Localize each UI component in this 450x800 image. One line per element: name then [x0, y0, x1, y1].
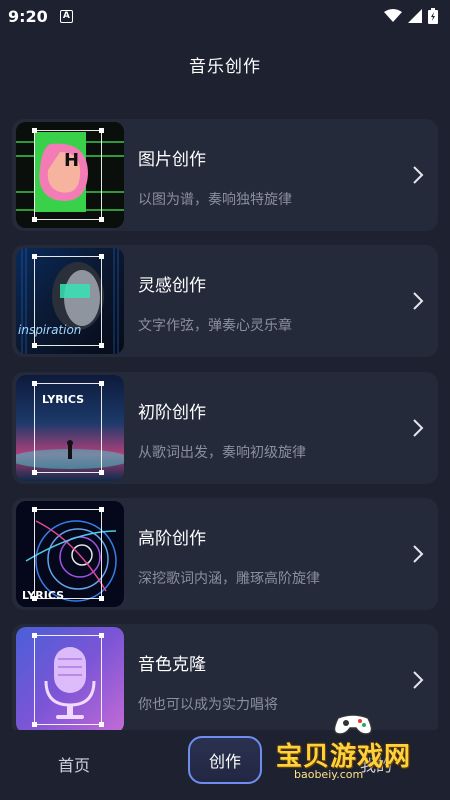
- chevron-right-icon: [413, 419, 424, 437]
- battery-icon: [428, 8, 438, 24]
- card-advanced-creation[interactable]: LYRICS 高阶创作 深挖歌词内涵，雕琢高阶旋律: [12, 498, 438, 610]
- chevron-right-icon: [413, 292, 424, 310]
- chevron-right-icon: [413, 545, 424, 563]
- card-thumbnail: LYRICS: [16, 375, 124, 481]
- card-subtitle: 从歌词出发，奏响初级旋律: [138, 445, 306, 461]
- card-subtitle: 深挖歌词内涵，雕琢高阶旋律: [138, 571, 320, 587]
- crop-frame: [32, 633, 104, 727]
- crop-frame: [32, 128, 104, 222]
- card-title: 灵感创作: [138, 276, 206, 296]
- crop-frame: [32, 254, 104, 348]
- card-image-creation[interactable]: H 图片创作 以图为谱，奏响独特旋律: [12, 119, 438, 231]
- card-title: 高阶创作: [138, 529, 206, 549]
- gamepad-icon: [333, 714, 373, 735]
- status-bar: 9:20 A: [0, 0, 450, 32]
- crop-frame: [32, 381, 104, 475]
- watermark-url: baobeiy.com: [294, 768, 364, 781]
- card-subtitle: 你也可以成为实力唱将: [138, 697, 278, 713]
- signal-icon: [408, 9, 422, 23]
- card-thumbnail: [16, 627, 124, 733]
- chevron-right-icon: [413, 166, 424, 184]
- status-icons: [384, 8, 438, 24]
- card-thumbnail: LYRICS: [16, 501, 124, 607]
- card-subtitle: 文字作弦，弹奏心灵乐章: [138, 318, 292, 334]
- watermark: 宝贝游戏网 baobeiy.com: [276, 708, 446, 788]
- card-thumbnail: H: [16, 122, 124, 228]
- card-thumbnail: inspiration: [16, 248, 124, 354]
- card-title: 音色克隆: [138, 655, 206, 675]
- crop-frame: [32, 507, 104, 601]
- card-subtitle: 以图为谱，奏响独特旋律: [138, 192, 292, 208]
- card-inspiration-creation[interactable]: inspiration 灵感创作 文字作弦，弹奏心灵乐章: [12, 245, 438, 357]
- card-title: 图片创作: [138, 150, 206, 170]
- nav-create-label: 创作: [208, 752, 241, 771]
- nav-home[interactable]: 首页: [58, 752, 90, 776]
- notification-a-icon: A: [59, 9, 73, 23]
- chevron-right-icon: [413, 671, 424, 689]
- wifi-icon: [384, 9, 402, 22]
- status-time: 9:20: [8, 6, 48, 26]
- card-beginner-creation[interactable]: LYRICS 初阶创作 从歌词出发，奏响初级旋律: [12, 372, 438, 484]
- card-title: 初阶创作: [138, 403, 206, 423]
- nav-create[interactable]: 创作: [188, 736, 262, 784]
- page-title: 音乐创作: [189, 57, 261, 77]
